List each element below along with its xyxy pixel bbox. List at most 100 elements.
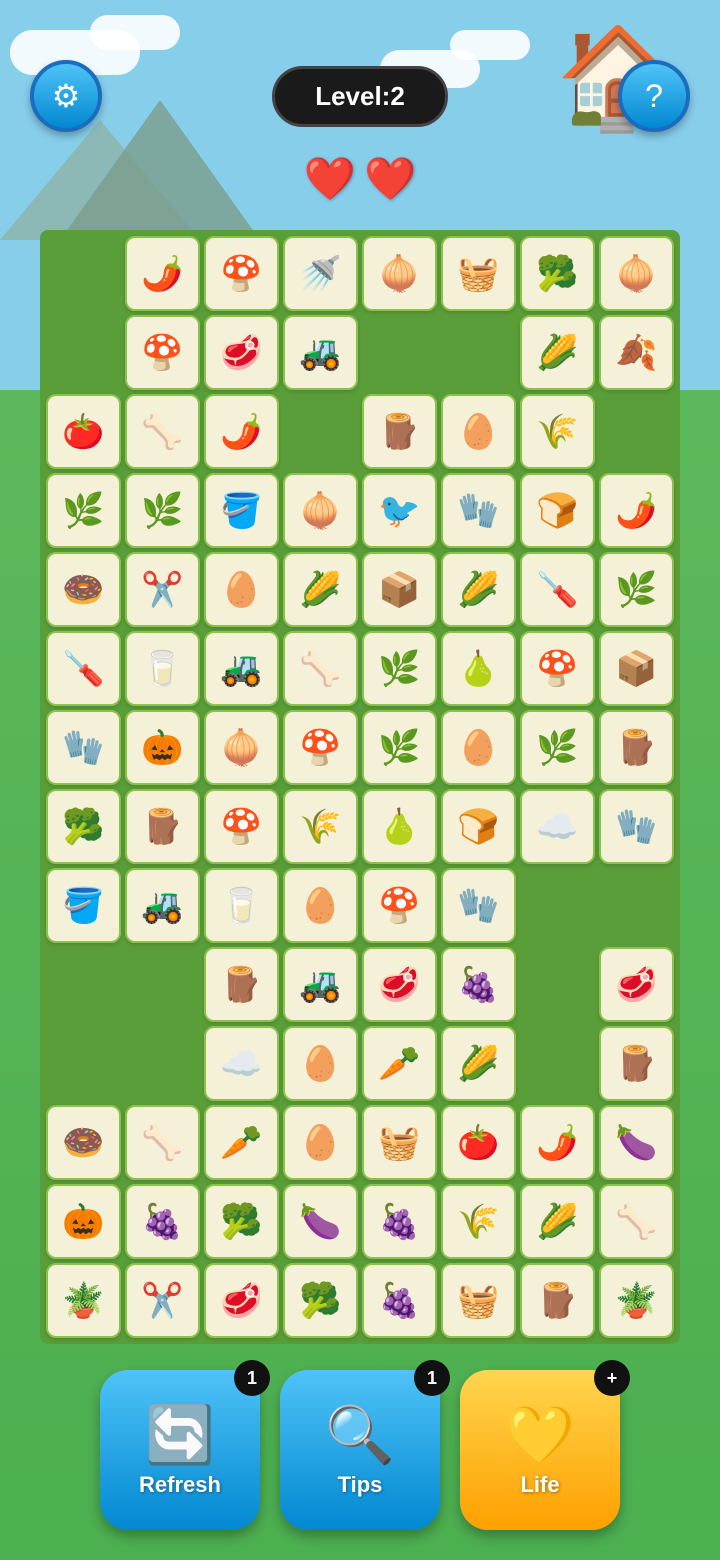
grid-cell[interactable]: 🍇 <box>362 1184 437 1259</box>
grid-cell[interactable]: 🌶️ <box>204 394 279 469</box>
grid-cell[interactable]: 🥚 <box>204 552 279 627</box>
grid-cell[interactable]: 🥩 <box>204 315 279 390</box>
grid-cell[interactable]: 🦴 <box>599 1184 674 1259</box>
grid-cell[interactable]: 🍅 <box>46 394 121 469</box>
grid-cell[interactable]: 🍞 <box>520 473 595 548</box>
grid-cell[interactable]: 🌽 <box>441 552 516 627</box>
grid-cell[interactable]: 🥚 <box>283 868 358 943</box>
grid-cell[interactable]: 🍞 <box>441 789 516 864</box>
grid-cell[interactable]: 🚜 <box>204 631 279 706</box>
grid-cell[interactable]: 🎃 <box>46 1184 121 1259</box>
grid-cell[interactable]: 🦴 <box>125 394 200 469</box>
grid-cell[interactable]: 🌽 <box>520 1184 595 1259</box>
grid-cell[interactable]: 🍐 <box>441 631 516 706</box>
grid-cell[interactable]: 🥦 <box>204 1184 279 1259</box>
grid-cell[interactable]: 🍄 <box>283 710 358 785</box>
grid-cell[interactable]: 🥚 <box>441 710 516 785</box>
grid-cell[interactable]: 🥚 <box>283 1026 358 1101</box>
grid-cell[interactable]: 🪵 <box>125 789 200 864</box>
grid-cell[interactable]: 🪵 <box>599 710 674 785</box>
grid-cell[interactable]: 🚜 <box>125 868 200 943</box>
grid-cell[interactable]: 📦 <box>362 552 437 627</box>
grid-cell[interactable]: 🌽 <box>520 315 595 390</box>
grid-cell[interactable]: 🍄 <box>204 789 279 864</box>
grid-cell[interactable]: 🧺 <box>441 236 516 311</box>
grid-cell[interactable]: 🍄 <box>125 315 200 390</box>
grid-cell[interactable]: 🍇 <box>362 1263 437 1338</box>
grid-cell[interactable]: 🌽 <box>441 1026 516 1101</box>
life-button[interactable]: + 💛 Life <box>460 1370 620 1530</box>
grid-cell[interactable]: 🪴 <box>46 1263 121 1338</box>
grid-cell[interactable]: 🧤 <box>46 710 121 785</box>
grid-cell[interactable]: 🧅 <box>599 236 674 311</box>
grid-cell[interactable]: 🌶️ <box>599 473 674 548</box>
grid-cell[interactable]: 🍂 <box>599 315 674 390</box>
help-button[interactable]: ? <box>618 60 690 132</box>
grid-cell[interactable]: 🥛 <box>204 868 279 943</box>
grid-cell[interactable]: 🥛 <box>125 631 200 706</box>
grid-cell[interactable]: 🌿 <box>362 710 437 785</box>
grid-cell[interactable]: 🥦 <box>520 236 595 311</box>
grid-cell[interactable]: 🍐 <box>362 789 437 864</box>
grid-cell[interactable]: 🪵 <box>362 394 437 469</box>
grid-cell[interactable]: 🧅 <box>362 236 437 311</box>
grid-cell[interactable]: 🎃 <box>125 710 200 785</box>
grid-cell[interactable]: 🍄 <box>520 631 595 706</box>
grid-cell[interactable]: 🥕 <box>204 1105 279 1180</box>
grid-cell[interactable]: 🚜 <box>283 315 358 390</box>
grid-cell[interactable]: 🥩 <box>362 947 437 1022</box>
grid-cell[interactable]: 🌿 <box>599 552 674 627</box>
grid-cell[interactable]: 🦴 <box>283 631 358 706</box>
grid-cell[interactable]: 🐦 <box>362 473 437 548</box>
grid-cell[interactable]: 🧅 <box>283 473 358 548</box>
grid-cell[interactable]: 🌽 <box>283 552 358 627</box>
grid-cell[interactable]: 🚿 <box>283 236 358 311</box>
grid-cell[interactable]: 🧤 <box>441 473 516 548</box>
grid-cell[interactable]: 🪴 <box>599 1263 674 1338</box>
grid-cell[interactable]: 🌾 <box>520 394 595 469</box>
grid-cell[interactable]: 🥦 <box>283 1263 358 1338</box>
grid-cell[interactable]: 🍆 <box>599 1105 674 1180</box>
grid-cell[interactable]: 🌿 <box>46 473 121 548</box>
tips-button[interactable]: 1 🔍 Tips <box>280 1370 440 1530</box>
grid-cell[interactable]: 🌿 <box>125 473 200 548</box>
settings-button[interactable]: ⚙ <box>30 60 102 132</box>
grid-cell[interactable]: 🪛 <box>520 552 595 627</box>
grid-cell[interactable]: 🌾 <box>283 789 358 864</box>
grid-cell[interactable]: 🪵 <box>599 1026 674 1101</box>
grid-cell[interactable]: 🪵 <box>520 1263 595 1338</box>
grid-cell[interactable]: ☁️ <box>520 789 595 864</box>
grid-cell[interactable]: 🍅 <box>441 1105 516 1180</box>
refresh-button[interactable]: 1 🔄 Refresh <box>100 1370 260 1530</box>
grid-cell[interactable]: 🍄 <box>204 236 279 311</box>
grid-cell[interactable]: 📦 <box>599 631 674 706</box>
grid-cell[interactable]: ☁️ <box>204 1026 279 1101</box>
grid-cell[interactable]: ✂️ <box>125 1263 200 1338</box>
grid-cell[interactable]: 🌿 <box>362 631 437 706</box>
grid-cell[interactable]: 🥚 <box>283 1105 358 1180</box>
grid-cell[interactable]: 🍩 <box>46 552 121 627</box>
grid-cell[interactable]: 🧺 <box>362 1105 437 1180</box>
grid-cell[interactable]: 🥚 <box>441 394 516 469</box>
grid-cell[interactable]: ✂️ <box>125 552 200 627</box>
grid-cell[interactable]: 🥦 <box>46 789 121 864</box>
grid-cell[interactable]: 🪛 <box>46 631 121 706</box>
grid-cell[interactable]: 🧤 <box>599 789 674 864</box>
grid-cell[interactable]: 🥩 <box>204 1263 279 1338</box>
grid-cell[interactable]: 🪣 <box>204 473 279 548</box>
grid-cell[interactable]: 🌿 <box>520 710 595 785</box>
grid-cell[interactable]: 🥩 <box>599 947 674 1022</box>
grid-cell[interactable]: 🌶️ <box>520 1105 595 1180</box>
grid-cell[interactable]: 🧅 <box>204 710 279 785</box>
grid-cell[interactable]: 🧤 <box>441 868 516 943</box>
grid-cell[interactable]: 🚜 <box>283 947 358 1022</box>
grid-cell[interactable]: 🧺 <box>441 1263 516 1338</box>
grid-cell[interactable]: 🥕 <box>362 1026 437 1101</box>
grid-cell[interactable]: 🦴 <box>125 1105 200 1180</box>
grid-cell[interactable]: 🍩 <box>46 1105 121 1180</box>
grid-cell[interactable]: 🍇 <box>441 947 516 1022</box>
grid-cell[interactable]: 🪵 <box>204 947 279 1022</box>
grid-cell[interactable]: 🌾 <box>441 1184 516 1259</box>
grid-cell[interactable]: 🍇 <box>125 1184 200 1259</box>
grid-cell[interactable]: 🪣 <box>46 868 121 943</box>
